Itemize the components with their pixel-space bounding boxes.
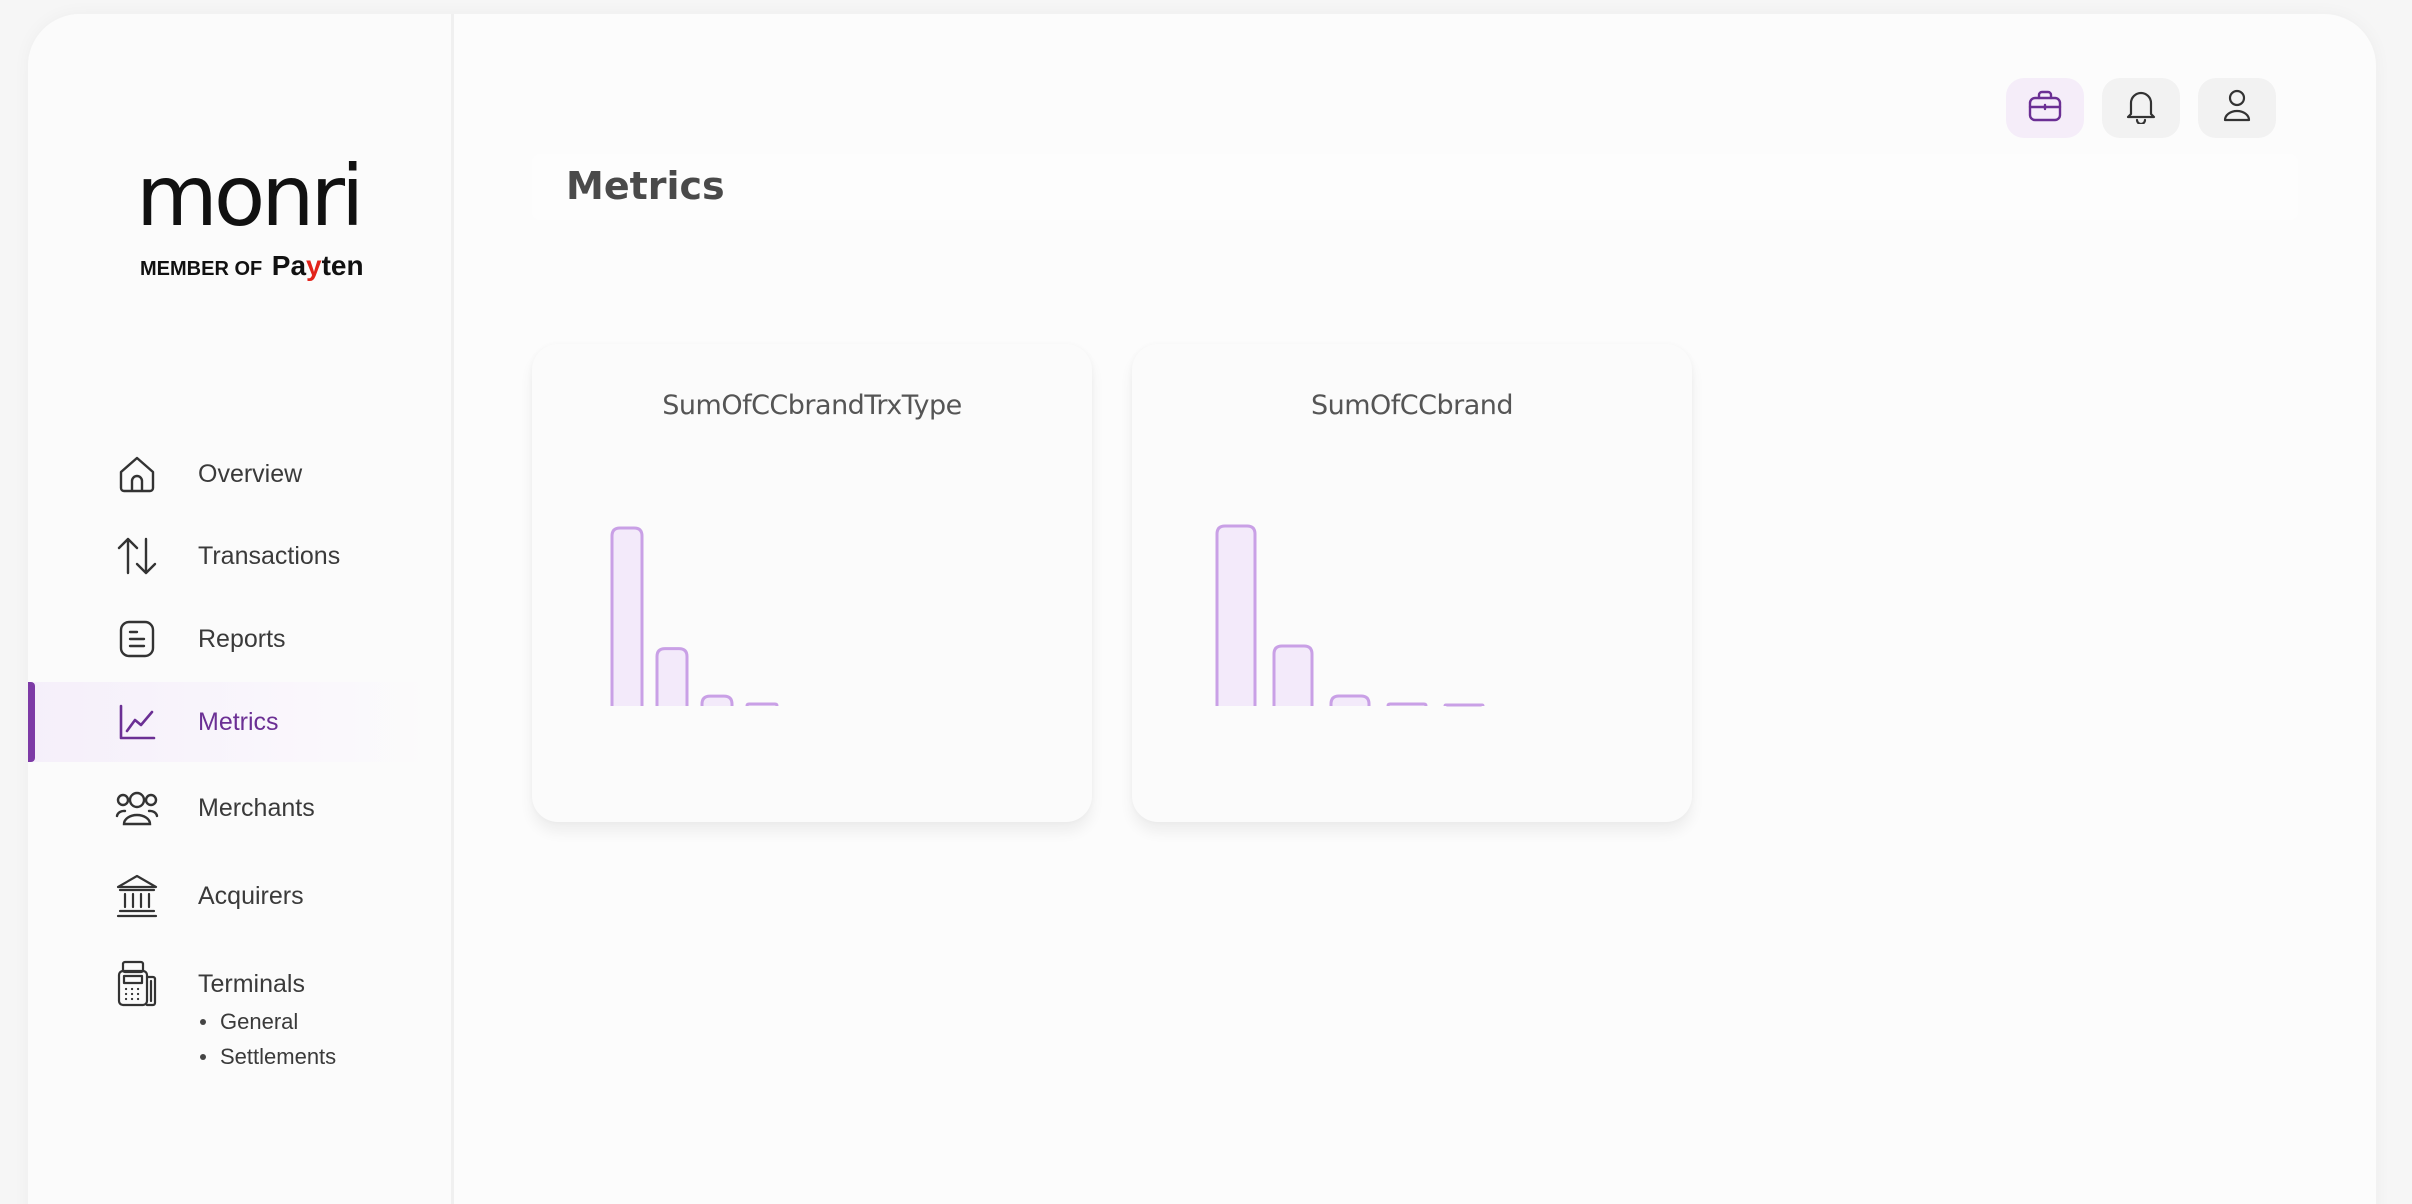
chart-bar[interactable] — [1272, 644, 1314, 706]
users-icon — [114, 785, 160, 831]
logo-partner-pre: Pa — [271, 250, 307, 281]
arrows-updown-icon — [114, 533, 160, 579]
merchant-switch-button[interactable] — [2006, 78, 2084, 138]
terminals-submenu: General Settlements — [198, 1004, 336, 1074]
line-chart-icon — [114, 699, 160, 745]
logo-wordmark: monri — [136, 147, 364, 245]
sidebar-item-label: Overview — [198, 459, 303, 488]
logo-member-line: MEMBER OF Payten — [140, 250, 364, 282]
submenu-item-general[interactable]: General — [198, 1004, 336, 1039]
page-title: Metrics — [566, 164, 725, 208]
chart-card: SumOfCCbrandTrxType — [532, 344, 1092, 822]
chart-bar[interactable] — [1386, 702, 1428, 707]
sidebar-item-metrics[interactable]: Metrics — [28, 682, 428, 762]
sidebar-item-label: Reports — [198, 624, 286, 653]
logo-partner-post: ten — [321, 250, 364, 281]
chart-card: SumOfCCbrand — [1132, 344, 1692, 822]
sidebar-item-label: Merchants — [198, 793, 315, 822]
sidebar-item-acquirers[interactable]: Acquirers — [28, 856, 428, 936]
chart-plot — [1215, 524, 1485, 707]
logo-partner: Payten — [272, 250, 364, 281]
sidebar-item-overview[interactable]: Overview — [28, 434, 428, 514]
bullet-icon — [200, 1053, 206, 1060]
sidebar-item-transactions[interactable]: Transactions — [28, 516, 428, 596]
home-icon — [114, 451, 160, 497]
briefcase-icon — [2027, 89, 2063, 128]
sidebar-item-label: Transactions — [198, 541, 341, 570]
sidebar-item-label: Metrics — [198, 707, 279, 736]
chart-bar[interactable] — [700, 694, 734, 706]
monri-logo[interactable]: monri MEMBER OF Payten — [136, 154, 386, 294]
logo-member-of: MEMBER OF — [140, 258, 263, 280]
chart-bar[interactable] — [745, 702, 779, 707]
bank-icon — [114, 873, 160, 919]
chart-bar[interactable] — [655, 647, 689, 706]
sidebar-item-reports[interactable]: Reports — [28, 599, 428, 679]
user-icon — [2222, 88, 2252, 129]
chart-bar[interactable] — [1329, 694, 1371, 706]
logo-partner-y: y — [306, 250, 322, 281]
bell-icon — [2125, 88, 2157, 129]
sidebar-item-label: Acquirers — [198, 881, 304, 910]
submenu-item-label: General — [220, 1008, 299, 1034]
page-header: Metrics — [532, 154, 2298, 220]
chart-plot — [610, 526, 779, 707]
chart-bar[interactable] — [1443, 703, 1485, 707]
document-icon — [114, 616, 160, 662]
submenu-item-settlements[interactable]: Settlements — [198, 1039, 336, 1074]
chart-bar[interactable] — [610, 526, 644, 706]
sidebar-item-merchants[interactable]: Merchants — [28, 768, 428, 848]
submenu-item-label: Settlements — [220, 1043, 337, 1069]
bullet-icon — [200, 1018, 206, 1025]
sidebar: monri MEMBER OF Payten Overview Transact… — [28, 14, 454, 1204]
sidebar-item-label: Terminals — [198, 969, 305, 998]
user-profile-button[interactable] — [2198, 78, 2276, 138]
chart-bar[interactable] — [1215, 524, 1257, 706]
app-window: monri MEMBER OF Payten Overview Transact… — [28, 14, 2376, 1204]
notifications-button[interactable] — [2102, 78, 2180, 138]
pos-terminal-icon — [114, 960, 160, 1007]
